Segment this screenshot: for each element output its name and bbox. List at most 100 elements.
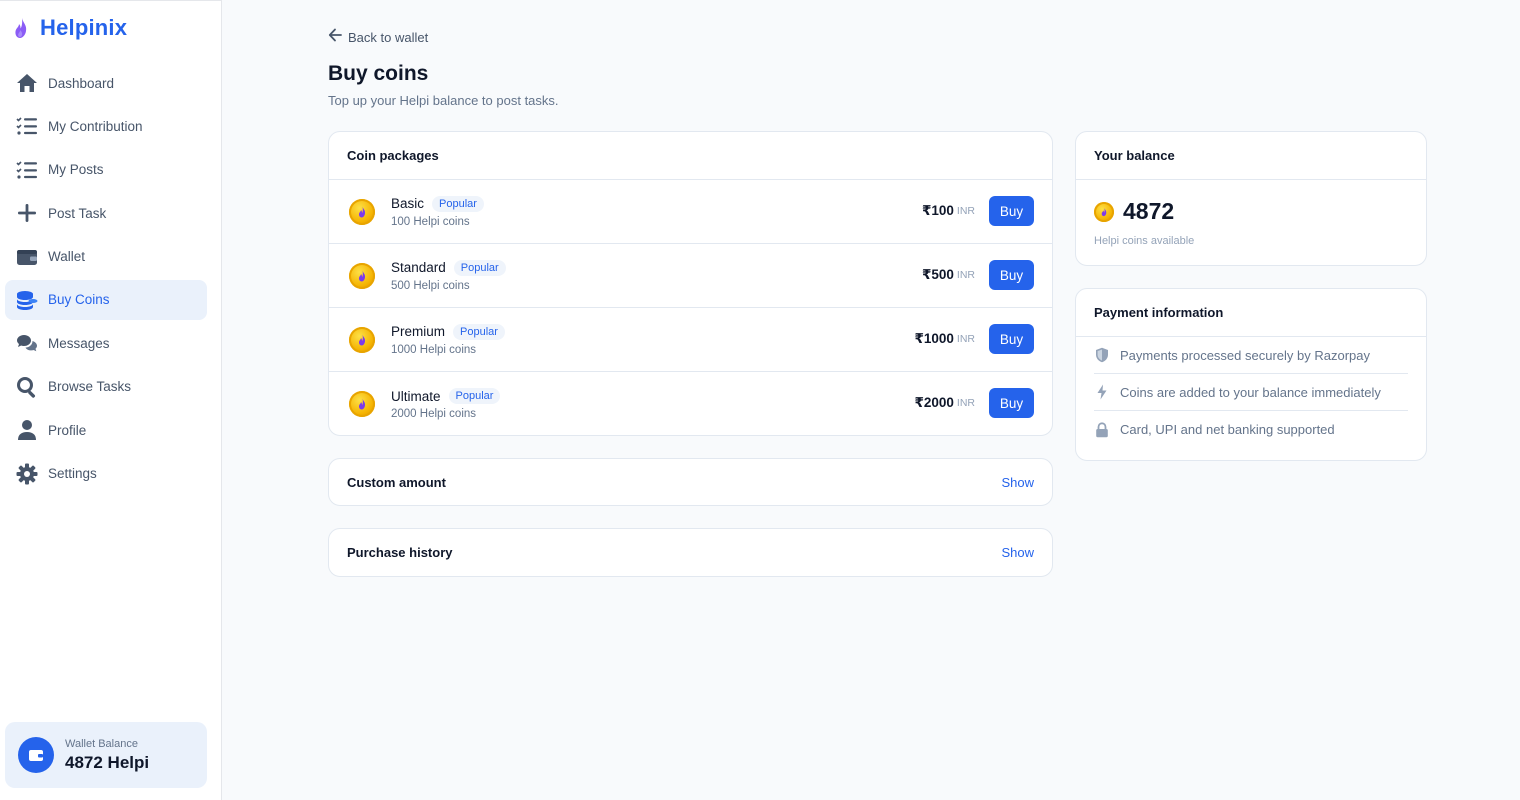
coin-icon	[349, 391, 375, 417]
flame-logo-icon	[12, 15, 30, 41]
sidebar-item-settings[interactable]: Settings	[5, 454, 207, 494]
balance-card-title: Your balance	[1076, 132, 1426, 180]
package-coins: 500 Helpi coins	[391, 279, 470, 292]
coins-stack-icon	[16, 289, 38, 311]
sidebar-item-label: Messages	[48, 335, 110, 351]
sidebar-item-label: Browse Tasks	[48, 379, 132, 395]
page-subtitle: Top up your Helpi balance to post tasks.	[328, 93, 559, 108]
sidebar-item-label: Buy Coins	[48, 292, 110, 308]
buy-premium-button[interactable]: Buy	[989, 324, 1034, 354]
package-currency: INR	[956, 397, 975, 409]
package-row-premium: Premium Popular 1000 Helpi coins ₹1000 I…	[329, 308, 1052, 372]
gear-icon	[16, 463, 38, 485]
package-currency: INR	[956, 333, 975, 345]
purchase-history-title: Purchase history	[347, 544, 453, 560]
lock-icon	[1094, 421, 1110, 438]
package-coins: 2000 Helpi coins	[391, 408, 477, 420]
sidebar-item-label: Wallet	[48, 249, 86, 265]
sidebar-item-my-posts[interactable]: My Posts	[5, 150, 207, 190]
popular-badge: Popular	[432, 195, 484, 212]
custom-amount-show-button[interactable]: Show	[1001, 475, 1034, 490]
package-name: Standard	[391, 260, 446, 275]
shield-icon	[1094, 347, 1110, 363]
popular-badge: Popular	[448, 388, 501, 404]
balance-value: 4872	[1123, 198, 1175, 224]
sidebar-item-post-task[interactable]: Post Task	[5, 193, 207, 233]
wallet-icon	[16, 246, 38, 268]
popular-badge: Popular	[453, 259, 506, 276]
purchase-history-show-button[interactable]: Show	[1001, 545, 1034, 560]
sidebar-item-buy-coins[interactable]: Buy Coins	[5, 279, 207, 320]
coin-packages-title: Coin packages	[329, 132, 1052, 180]
purchase-history-card: Purchase history Show	[328, 528, 1053, 577]
payment-info-item: Coins are added to your balance immediat…	[1094, 374, 1408, 411]
package-currency: INR	[956, 205, 975, 217]
custom-amount-title: Custom amount	[347, 474, 446, 490]
package-price: ₹2000	[914, 395, 954, 410]
sidebar-item-browse-tasks[interactable]: Browse Tasks	[5, 367, 207, 407]
package-currency: INR	[956, 269, 975, 281]
sidebar-item-label: My Contribution	[48, 118, 143, 134]
package-name: Basic	[391, 196, 425, 211]
balance-card: Your balance 4872 Helpi coins available	[1075, 131, 1427, 266]
package-row-basic: Basic Popular 100 Helpi coins ₹100 INR B…	[329, 180, 1052, 244]
package-row-standard: Standard Popular 500 Helpi coins ₹500 IN…	[329, 244, 1052, 308]
coin-icon	[349, 198, 375, 225]
package-row-ultimate: Ultimate Popular 2000 Helpi coins ₹2000 …	[329, 372, 1052, 436]
coin-icon	[1094, 201, 1114, 222]
sidebar-item-label: Dashboard	[48, 75, 115, 91]
package-price: ₹100	[921, 203, 954, 218]
arrow-left-icon	[328, 28, 342, 47]
coin-icon	[349, 262, 375, 289]
buy-basic-button[interactable]: Buy	[989, 196, 1034, 226]
balance-caption: Helpi coins available	[1094, 235, 1195, 247]
back-to-wallet-link[interactable]: Back to wallet	[328, 28, 428, 47]
chat-bubbles-icon	[16, 332, 38, 354]
package-price: ₹500	[921, 267, 954, 282]
payment-info-text: Coins are added to your balance immediat…	[1120, 384, 1381, 400]
package-name: Ultimate	[391, 388, 441, 404]
plus-icon	[16, 202, 38, 224]
package-coins: 100 Helpi coins	[391, 215, 470, 228]
custom-amount-card: Custom amount Show	[328, 458, 1053, 506]
sidebar-item-my-contribution[interactable]: My Contribution	[5, 106, 207, 146]
package-price: ₹1000	[914, 331, 954, 346]
wallet-icon	[18, 737, 54, 773]
list-check-icon	[16, 115, 38, 137]
sidebar-item-label: Profile	[48, 422, 87, 438]
sidebar-item-wallet[interactable]: Wallet	[5, 237, 207, 277]
buy-ultimate-button[interactable]: Buy	[989, 388, 1034, 418]
package-name: Premium	[391, 324, 446, 339]
payment-info-item: Payments processed securely by Razorpay	[1094, 337, 1408, 374]
sidebar: Helpinix Dashboard My Contribution My Po…	[0, 0, 222, 800]
sidebar-item-messages[interactable]: Messages	[5, 323, 207, 363]
brand-name: Helpinix	[40, 15, 128, 40]
page-title: Buy coins	[328, 62, 429, 85]
brand[interactable]: Helpinix	[12, 15, 127, 41]
package-coins: 1000 Helpi coins	[391, 343, 477, 356]
sidebar-nav: Dashboard My Contribution My Posts Post …	[5, 63, 207, 497]
payment-info-item: Card, UPI and net banking supported	[1094, 411, 1408, 448]
payment-info-card: Payment information Payments processed s…	[1075, 288, 1427, 461]
sidebar-item-dashboard[interactable]: Dashboard	[5, 63, 207, 103]
coin-icon	[349, 326, 375, 353]
wallet-balance-value: 4872 Helpi	[65, 752, 150, 772]
wallet-balance-card[interactable]: Wallet Balance 4872 Helpi	[5, 722, 207, 788]
search-icon	[16, 376, 38, 398]
back-link-label: Back to wallet	[348, 30, 429, 45]
lightning-icon	[1094, 384, 1110, 400]
wallet-balance-label: Wallet Balance	[65, 737, 138, 750]
list-check-icon	[16, 159, 38, 181]
buy-standard-button[interactable]: Buy	[989, 260, 1034, 290]
sidebar-item-label: Settings	[48, 466, 97, 482]
coin-packages-card: Coin packages Basic Popular 100 Helpi co…	[328, 131, 1053, 436]
sidebar-item-label: Post Task	[48, 205, 107, 221]
payment-info-text: Payments processed securely by Razorpay	[1120, 347, 1371, 363]
payment-info-text: Card, UPI and net banking supported	[1120, 422, 1335, 437]
sidebar-item-label: My Posts	[48, 162, 104, 178]
sidebar-item-profile[interactable]: Profile	[5, 410, 207, 450]
home-icon	[16, 72, 38, 94]
payment-info-title: Payment information	[1076, 289, 1426, 337]
user-icon	[16, 419, 38, 441]
popular-badge: Popular	[453, 323, 505, 340]
